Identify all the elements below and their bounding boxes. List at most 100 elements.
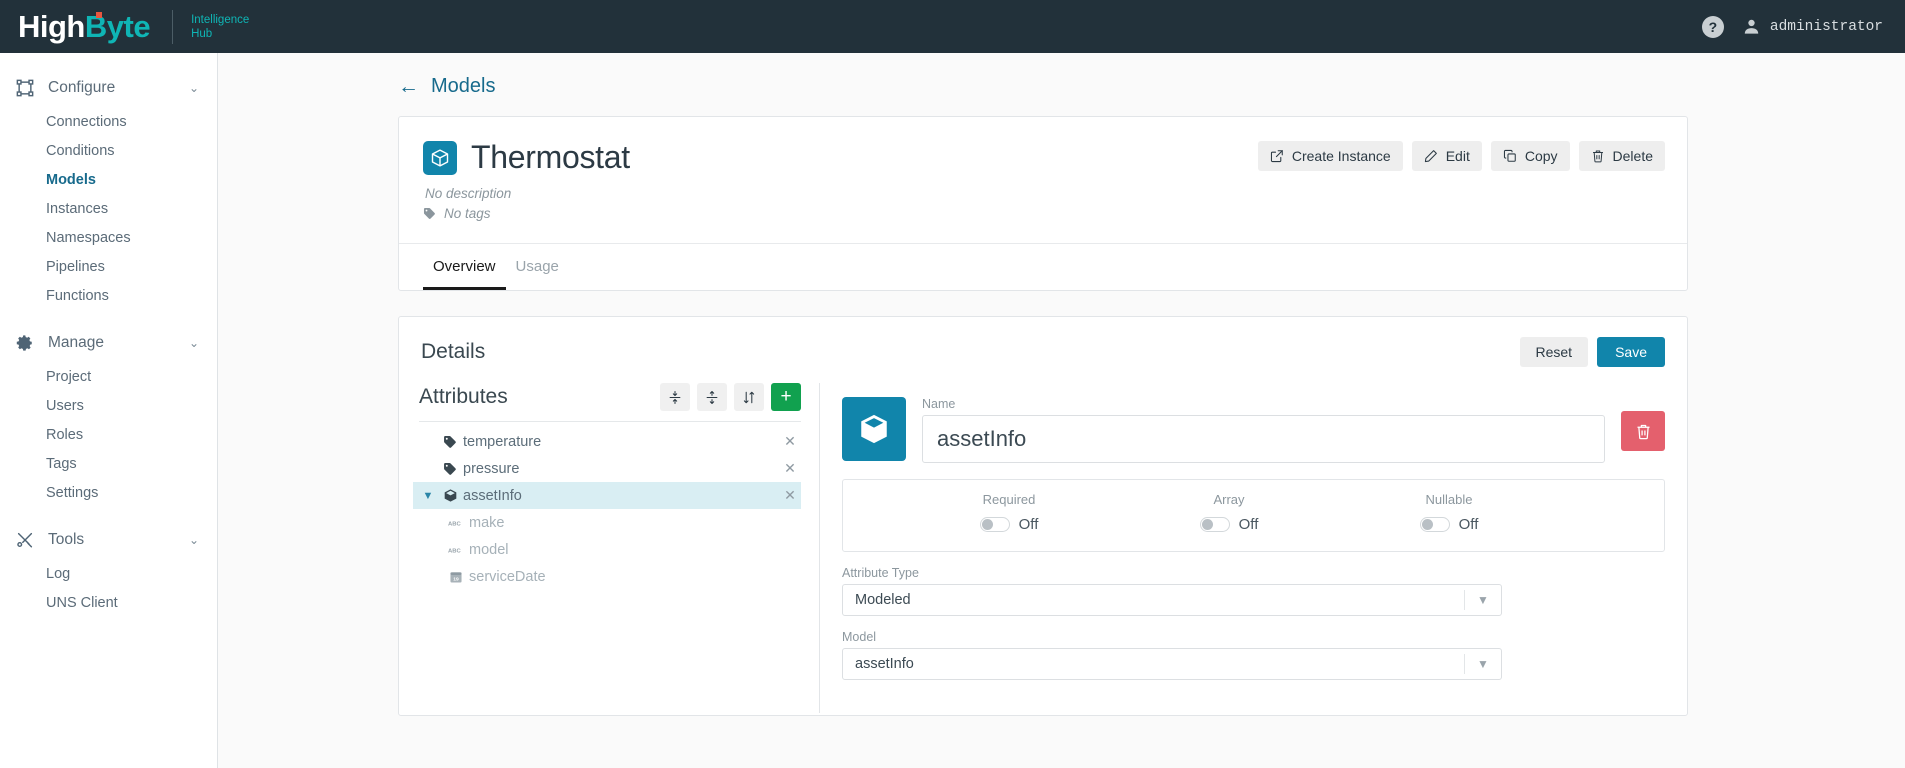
chevron-down-icon[interactable]: ▼ [419, 490, 437, 502]
user-menu[interactable]: administrator [1742, 17, 1883, 36]
toggle-knob [1421, 519, 1433, 530]
array-toggle-cell: Array Off [1119, 492, 1339, 537]
pencil-icon [1424, 149, 1438, 163]
tab-usage[interactable]: Usage [506, 244, 569, 290]
chevron-down-icon: ⌄ [188, 336, 199, 350]
attribute-label: model [469, 541, 509, 558]
abc-icon: ABC [443, 518, 469, 528]
main-content: ← Models Thermostat No description No ta… [218, 53, 1905, 768]
nullable-label: Nullable [1425, 492, 1473, 507]
sidebar-group-label: Tools [48, 531, 85, 548]
sidebar-group-configure[interactable]: Configure ⌄ [0, 69, 217, 107]
brand-high-text: High [18, 9, 85, 44]
page-title: Thermostat [471, 139, 630, 175]
top-bar: HighByte Intelligence Hub ? administrato… [0, 0, 1905, 53]
attribute-row-make[interactable]: ABC make [413, 509, 801, 536]
collapse-all-button[interactable] [660, 383, 690, 411]
attribute-row-servicedate[interactable]: 19 serviceDate [413, 563, 801, 590]
sidebar-group-tools[interactable]: Tools ⌄ [0, 521, 217, 559]
tools-icon [14, 529, 36, 551]
array-toggle[interactable] [1199, 517, 1230, 532]
name-input[interactable] [922, 415, 1605, 463]
brand-divider [172, 9, 174, 44]
sidebar-item-conditions[interactable]: Conditions [0, 136, 217, 165]
breadcrumb-models-link[interactable]: Models [431, 75, 495, 98]
svg-text:ABC: ABC [448, 521, 461, 527]
sidebar-group-manage[interactable]: Manage ⌄ [0, 324, 217, 362]
attributes-divider [419, 421, 801, 422]
model-card-header: Thermostat No description No tags Create… [399, 117, 1687, 221]
delete-attribute-button[interactable] [1621, 411, 1665, 451]
delete-button[interactable]: Delete [1578, 141, 1665, 171]
sidebar-item-project[interactable]: Project [0, 362, 217, 391]
sidebar-item-log[interactable]: Log [0, 559, 217, 588]
attribute-row-model[interactable]: ABC model [413, 536, 801, 563]
remove-attribute-icon[interactable]: ✕ [779, 433, 801, 450]
sidebar-item-roles[interactable]: Roles [0, 420, 217, 449]
edit-button[interactable]: Edit [1411, 141, 1482, 171]
model-select[interactable]: assetInfo ▼ [842, 648, 1502, 680]
attribute-label: make [469, 514, 505, 531]
attribute-type-value: Modeled [855, 592, 911, 608]
sidebar-item-uns-client[interactable]: UNS Client [0, 588, 217, 617]
chevron-down-icon[interactable]: ▼ [1465, 593, 1501, 607]
add-attribute-button[interactable]: + [771, 383, 801, 411]
sidebar-item-instances[interactable]: Instances [0, 194, 217, 223]
attribute-row-temperature[interactable]: temperature ✕ [413, 428, 801, 455]
toggle-knob [1201, 519, 1213, 530]
attribute-row-pressure[interactable]: pressure ✕ [413, 455, 801, 482]
sidebar-item-functions[interactable]: Functions [0, 281, 217, 310]
sidebar-group-label: Manage [48, 334, 105, 351]
expand-all-button[interactable] [697, 383, 727, 411]
attribute-label: temperature [463, 433, 542, 450]
sidebar-item-tags[interactable]: Tags [0, 449, 217, 478]
nullable-toggle-cell: Nullable Off [1339, 492, 1559, 537]
sidebar-item-connections[interactable]: Connections [0, 107, 217, 136]
help-icon[interactable]: ? [1701, 15, 1724, 38]
tag-icon [437, 462, 463, 476]
attribute-editor-panel: Name Required [819, 383, 1687, 713]
attribute-row-assetinfo[interactable]: ▼ assetInfo ✕ [413, 482, 801, 509]
nullable-state: Off [1458, 516, 1479, 533]
sidebar-item-models[interactable]: Models [0, 165, 217, 194]
external-link-icon [1270, 149, 1284, 163]
attributes-header: Attributes + [413, 383, 801, 421]
sidebar-item-pipelines[interactable]: Pipelines [0, 252, 217, 281]
sidebar-item-settings[interactable]: Settings [0, 478, 217, 507]
attributes-panel: Attributes + temperature ✕ pressure ✕ ▼ … [399, 383, 819, 713]
attribute-label: assetInfo [463, 487, 522, 504]
copy-label: Copy [1524, 148, 1558, 164]
tab-overview[interactable]: Overview [423, 244, 506, 290]
brand-dot-icon [96, 12, 102, 18]
calendar-icon: 19 [443, 570, 469, 584]
array-toggle-wrap: Off [1199, 516, 1258, 533]
reset-button[interactable]: Reset [1519, 337, 1589, 367]
chevron-down-icon: ⌄ [188, 81, 199, 95]
required-toggle-cell: Required Off [899, 492, 1119, 537]
required-toggle[interactable] [979, 517, 1010, 532]
save-button[interactable]: Save [1597, 337, 1665, 367]
create-instance-button[interactable]: Create Instance [1257, 141, 1403, 171]
sort-button[interactable] [734, 383, 764, 411]
sidebar-item-namespaces[interactable]: Namespaces [0, 223, 217, 252]
model-select-value: assetInfo [855, 656, 914, 672]
sidebar-item-users[interactable]: Users [0, 391, 217, 420]
back-arrow-icon[interactable]: ← [398, 76, 419, 97]
brand-wordmark: HighByte [18, 9, 151, 44]
required-label: Required [982, 492, 1036, 507]
nullable-toggle[interactable] [1419, 517, 1450, 532]
copy-button[interactable]: Copy [1490, 141, 1570, 171]
svg-text:19: 19 [453, 576, 459, 582]
tag-icon [423, 207, 436, 220]
cube-icon [423, 140, 457, 175]
remove-attribute-icon[interactable]: ✕ [779, 487, 801, 504]
attribute-type-select[interactable]: Modeled ▼ [842, 584, 1502, 616]
attribute-name-field-wrap: Name [922, 397, 1605, 463]
remove-attribute-icon[interactable]: ✕ [779, 460, 801, 477]
chevron-down-icon[interactable]: ▼ [1465, 657, 1501, 671]
sidebar-group-label: Configure [48, 79, 116, 96]
details-body: Attributes + temperature ✕ pressure ✕ ▼ … [399, 383, 1687, 713]
brand-logo[interactable]: HighByte Intelligence Hub [0, 9, 249, 44]
